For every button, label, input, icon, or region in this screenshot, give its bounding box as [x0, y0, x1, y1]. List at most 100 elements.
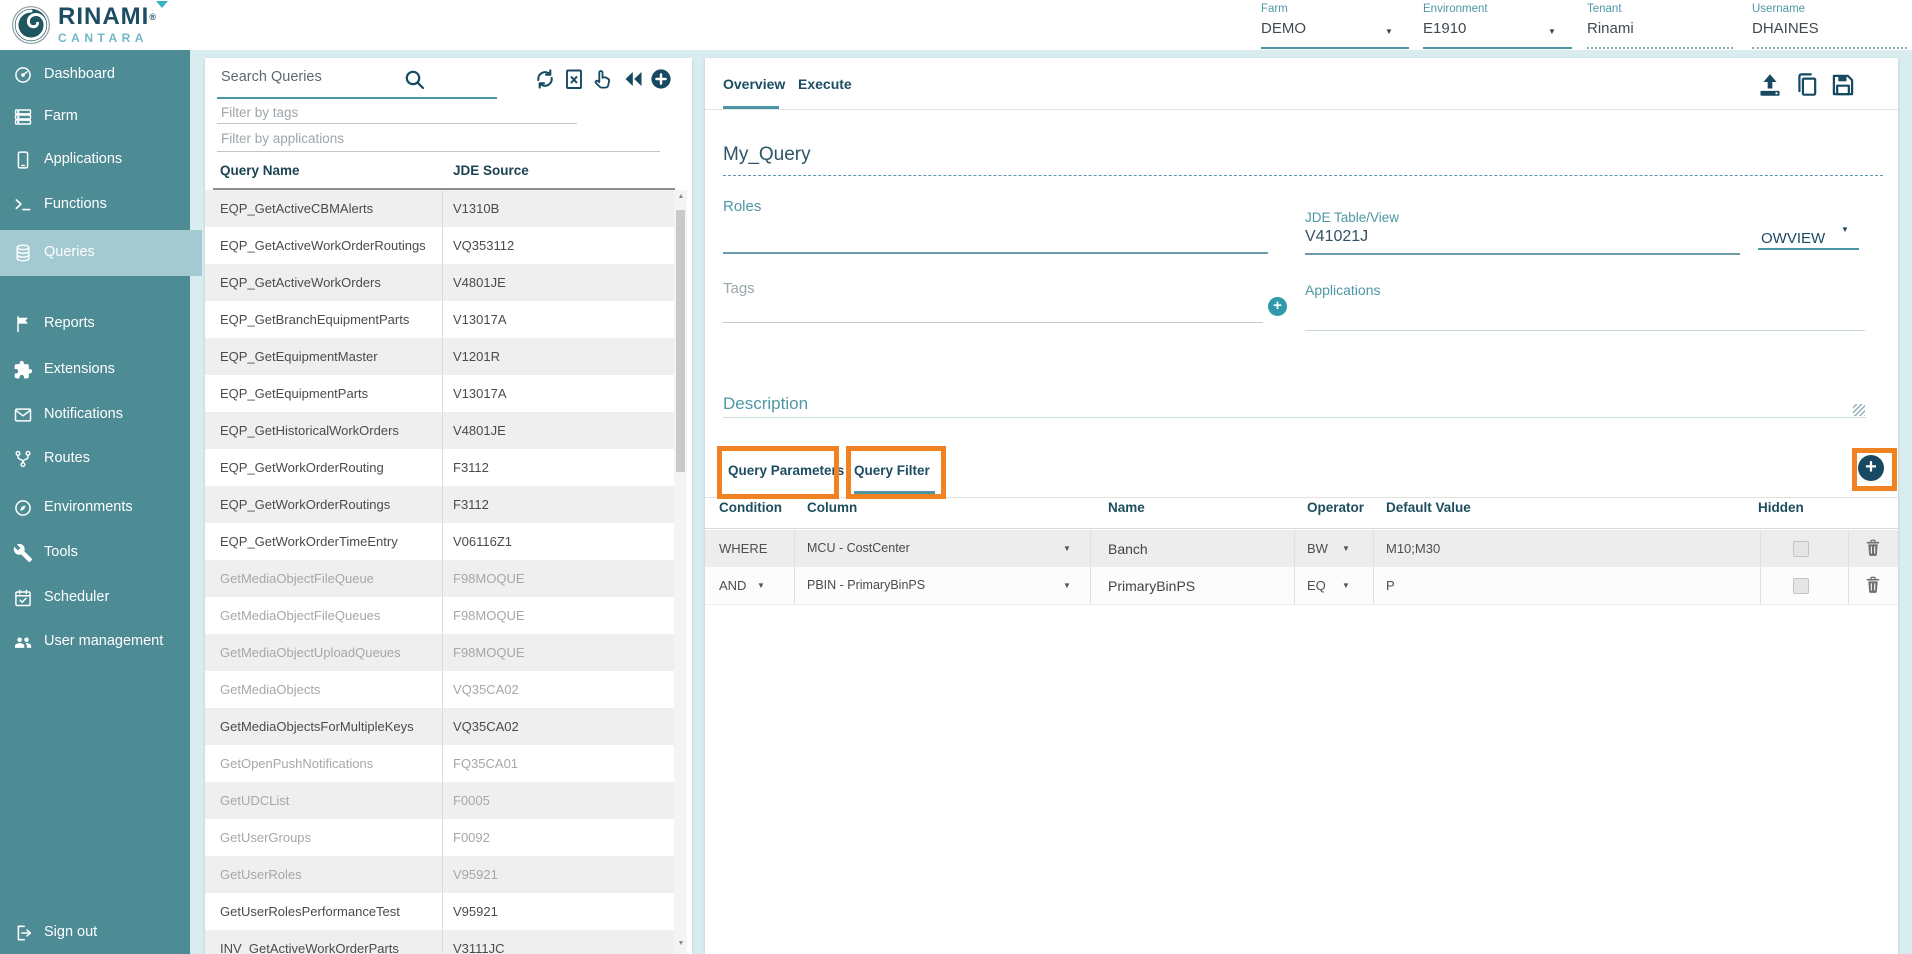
sidebar-item-farm[interactable]: Farm: [0, 97, 190, 137]
farm-dropdown-caret[interactable]: ▼: [1385, 27, 1393, 36]
name-input-value[interactable]: PrimaryBinPS: [1108, 578, 1195, 594]
sidebar-item-dashboard[interactable]: Dashboard: [0, 55, 190, 95]
description-resize-grip[interactable]: [1853, 404, 1865, 416]
upload-icon[interactable]: [1756, 71, 1784, 99]
search-queries-input[interactable]: [219, 68, 483, 86]
sidebar-item-scheduler[interactable]: Scheduler: [0, 578, 190, 618]
environment-dropdown-caret[interactable]: ▼: [1548, 27, 1556, 36]
query-row[interactable]: EQP_GetActiveWorkOrdersV4801JE: [205, 264, 675, 301]
applications-input-underline[interactable]: [1305, 330, 1865, 331]
owview-select-value[interactable]: OWVIEW: [1761, 230, 1825, 247]
column-select-value[interactable]: PBIN - PrimaryBinPS: [807, 578, 925, 592]
sidebar-item-applications[interactable]: Applications: [0, 140, 190, 180]
scrollbar-up-arrow[interactable]: ▲: [676, 193, 686, 200]
hidden-checkbox[interactable]: [1793, 578, 1809, 594]
sidebar-item-reports[interactable]: Reports: [0, 304, 190, 344]
hand-pointer-icon[interactable]: [590, 67, 614, 91]
default-value-input[interactable]: M10;M30: [1386, 541, 1440, 556]
description-textarea-underline[interactable]: [723, 417, 1866, 418]
query-row[interactable]: EQP_GetEquipmentPartsV13017A: [205, 375, 675, 412]
operator-dropdown-caret[interactable]: ▼: [1342, 581, 1350, 590]
tab-execute[interactable]: Execute: [798, 76, 852, 92]
sidebar-item-signout[interactable]: Sign out: [0, 913, 190, 953]
query-source: V13017A: [453, 312, 507, 327]
condition-value[interactable]: WHERE: [719, 541, 767, 556]
sidebar-item-label: User management: [44, 633, 163, 649]
jde-table-view-label: JDE Table/View: [1305, 210, 1399, 225]
query-row[interactable]: GetMediaObjectsForMultipleKeysVQ35CA02: [205, 708, 675, 745]
query-row[interactable]: GetMediaObjectsVQ35CA02: [205, 671, 675, 708]
sidebar-item-label: Notifications: [44, 406, 123, 422]
operator-select-value[interactable]: EQ: [1307, 578, 1326, 593]
query-row[interactable]: EQP_GetWorkOrderTimeEntryV06116Z1: [205, 523, 675, 560]
hidden-checkbox[interactable]: [1793, 541, 1809, 557]
save-icon[interactable]: [1829, 71, 1857, 99]
query-source: VQ35CA02: [453, 682, 519, 697]
roles-input-underline[interactable]: [723, 252, 1268, 254]
filter-by-tags-input[interactable]: [219, 104, 523, 121]
query-row[interactable]: GetUserRolesV95921: [205, 856, 675, 893]
sidebar-item-user-management[interactable]: User management: [0, 622, 190, 662]
name-input-value[interactable]: Banch: [1108, 541, 1148, 557]
column-select-value[interactable]: MCU - CostCenter: [807, 541, 910, 555]
query-row[interactable]: EQP_GetWorkOrderRoutingF3112: [205, 449, 675, 486]
sidebar-item-functions[interactable]: Functions: [0, 185, 190, 225]
query-row[interactable]: EQP_GetWorkOrderRoutingsF3112: [205, 486, 675, 523]
refresh-icon[interactable]: [533, 67, 557, 91]
sidebar-item-notifications[interactable]: Notifications: [0, 395, 190, 435]
add-query-icon[interactable]: [649, 67, 673, 91]
jde-table-view-value[interactable]: V41021J: [1305, 228, 1368, 246]
sidebar-item-routes[interactable]: Routes: [0, 439, 190, 479]
export-excel-icon[interactable]: [562, 67, 586, 91]
scrollbar-down-arrow[interactable]: ▼: [676, 940, 686, 947]
query-list-column-divider: [442, 190, 443, 954]
operator-select-value[interactable]: BW: [1307, 541, 1328, 556]
query-name: GetMediaObjectFileQueue: [220, 571, 374, 586]
query-row[interactable]: EQP_GetEquipmentMasterV1201R: [205, 338, 675, 375]
column-dropdown-caret[interactable]: ▼: [1063, 544, 1071, 553]
query-row[interactable]: GetMediaObjectFileQueuesF98MOQUE: [205, 597, 675, 634]
add-tag-icon[interactable]: +: [1268, 297, 1287, 316]
column-dropdown-caret[interactable]: ▼: [1063, 581, 1071, 590]
query-row[interactable]: EQP_GetActiveWorkOrderRoutingsVQ353112: [205, 227, 675, 264]
reports-icon: [13, 314, 33, 334]
condition-dropdown-caret[interactable]: ▼: [757, 581, 765, 590]
sidebar-item-tools[interactable]: Tools: [0, 533, 190, 573]
query-row[interactable]: GetMediaObjectUploadQueuesF98MOQUE: [205, 634, 675, 671]
filter-by-applications-input[interactable]: [219, 130, 523, 147]
query-list: EQP_GetActiveCBMAlertsV1310B EQP_GetActi…: [205, 190, 675, 954]
query-row[interactable]: GetUserGroupsF0092: [205, 819, 675, 856]
query-list-scrollbar-thumb[interactable]: [676, 210, 685, 472]
environment-selector[interactable]: Environment E1910 ▼: [1423, 3, 1572, 49]
condition-select-value[interactable]: AND: [719, 578, 746, 593]
query-row[interactable]: GetOpenPushNotificationsFQ35CA01: [205, 745, 675, 782]
tags-input-underline[interactable]: [723, 322, 1263, 323]
filter-header-default-value: Default Value: [1386, 500, 1471, 515]
query-row[interactable]: GetUserRolesPerformanceTestV95921: [205, 893, 675, 930]
owview-dropdown-caret[interactable]: ▼: [1841, 225, 1849, 234]
tab-bar-divider: [705, 109, 1898, 110]
query-name: GetUserGroups: [220, 830, 311, 845]
operator-dropdown-caret[interactable]: ▼: [1342, 544, 1350, 553]
query-row[interactable]: GetMediaObjectFileQueueF98MOQUE: [205, 560, 675, 597]
sidebar-item-queries[interactable]: Queries: [0, 230, 202, 276]
tab-overview[interactable]: Overview: [723, 76, 785, 92]
subtab-query-parameters[interactable]: Query Parameters: [728, 463, 844, 478]
query-row[interactable]: EQP_GetActiveCBMAlertsV1310B: [205, 190, 675, 227]
query-row[interactable]: INV_GetActiveWorkOrderPartsV3111JC: [205, 930, 675, 954]
rewind-icon[interactable]: [621, 67, 645, 91]
query-row[interactable]: EQP_GetHistoricalWorkOrdersV4801JE: [205, 412, 675, 449]
delete-row-icon[interactable]: [1863, 538, 1883, 558]
delete-row-icon[interactable]: [1863, 575, 1883, 595]
query-row[interactable]: GetUDCListF0005: [205, 782, 675, 819]
farm-selector[interactable]: Farm DEMO ▼: [1261, 3, 1409, 49]
search-icon[interactable]: [403, 68, 427, 92]
default-value-input[interactable]: P: [1386, 578, 1395, 593]
sidebar-item-environments[interactable]: Environments: [0, 488, 190, 528]
query-row[interactable]: EQP_GetBranchEquipmentPartsV13017A: [205, 301, 675, 338]
sidebar-item-extensions[interactable]: Extensions: [0, 350, 190, 390]
add-filter-condition-button[interactable]: +: [1858, 455, 1884, 481]
copy-icon[interactable]: [1793, 71, 1821, 99]
subtab-query-filter[interactable]: Query Filter: [854, 463, 930, 478]
query-name-title[interactable]: My_Query: [723, 144, 811, 166]
